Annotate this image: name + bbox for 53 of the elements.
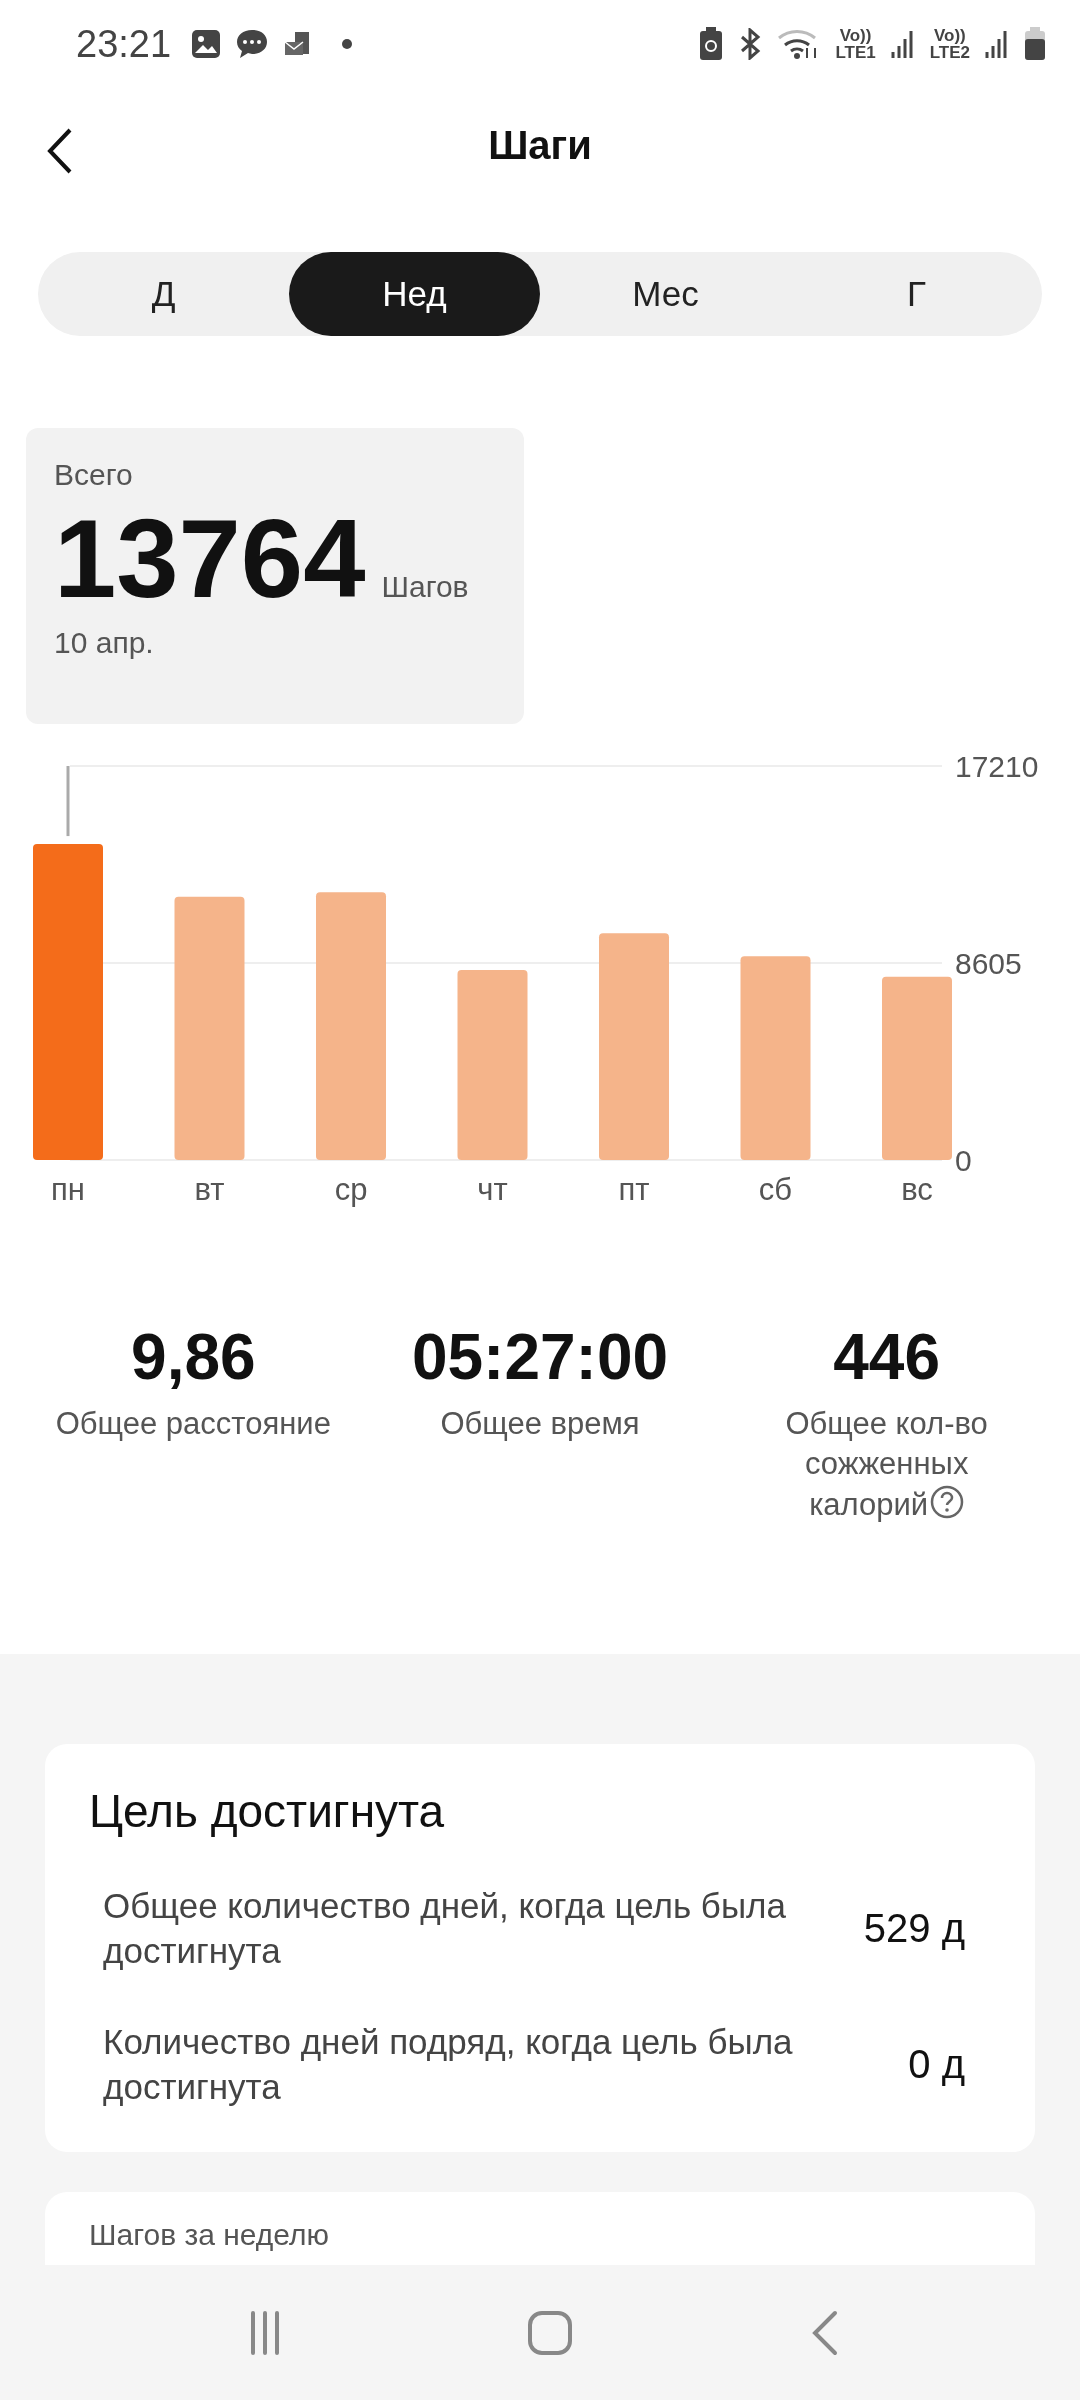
period-tab[interactable]: Мес: [540, 252, 791, 336]
goal-value: 0 д: [908, 2041, 965, 2087]
bar[interactable]: [740, 956, 811, 1160]
selection-marker: [66, 766, 70, 837]
axis-label: чт: [477, 1172, 508, 1207]
summary-date: 10 апр.: [54, 625, 155, 660]
axis-label: 8605: [955, 947, 1022, 980]
network-label: Vo)): [839, 27, 872, 44]
card-title: Цель достигнута: [89, 1784, 446, 1838]
stat-label: Общее кол-во сожженных калорий: [784, 1405, 989, 1524]
period-tab[interactable]: Д: [38, 252, 289, 336]
goal-label: Общее количество дней, когда цель была достигнута: [103, 1884, 787, 1972]
status-time: 23:21: [76, 22, 172, 66]
signal-icon: [984, 28, 1010, 60]
network-label: Vo)): [933, 27, 966, 44]
battery-icon: [1024, 27, 1046, 61]
network-label: LTE1: [835, 44, 876, 61]
image-icon: [191, 29, 222, 59]
axis-label: вт: [194, 1172, 225, 1207]
card-title: Шагов за неделю: [89, 2218, 329, 2251]
network-label: LTE2: [929, 44, 970, 61]
stat-value: 05:27:00: [411, 1320, 669, 1394]
axis-label: 17210: [955, 750, 1039, 783]
bar[interactable]: [33, 844, 103, 1160]
step-unit: Шагов: [381, 570, 469, 604]
dot-icon: [341, 38, 354, 50]
stat-value: 446: [833, 1320, 941, 1394]
mail-icon: [283, 30, 312, 58]
help-icon[interactable]: [930, 1484, 965, 1519]
stat-label: Общее время: [440, 1405, 640, 1443]
period-tab[interactable]: Г: [791, 252, 1042, 336]
battery-saver-icon: [699, 27, 724, 61]
goal-label: Количество дней подряд, когда цель была достигнута: [103, 2020, 794, 2108]
stat-label: Общее расстояние: [55, 1405, 331, 1443]
bar[interactable]: [174, 896, 245, 1160]
page-title: Шаги: [488, 122, 592, 168]
bar[interactable]: [316, 892, 386, 1160]
chat-icon: [235, 28, 270, 60]
axis-label: ср: [334, 1172, 368, 1207]
bar[interactable]: [882, 976, 952, 1160]
axis-label: сб: [758, 1172, 793, 1207]
period-tab[interactable]: Нед: [289, 252, 540, 336]
step-total: 13764: [54, 500, 366, 618]
summary-caption: Всего: [54, 458, 134, 492]
signal-icon: [889, 28, 916, 60]
bar[interactable]: [599, 933, 669, 1160]
axis-label: 0: [955, 1144, 972, 1177]
axis-label: пн: [51, 1172, 85, 1207]
bar[interactable]: [457, 970, 528, 1160]
axis-label: вс: [901, 1172, 933, 1207]
stat-value: 9,86: [131, 1320, 256, 1394]
goal-value: 529 д: [863, 1905, 965, 1951]
axis-label: пт: [618, 1172, 650, 1207]
